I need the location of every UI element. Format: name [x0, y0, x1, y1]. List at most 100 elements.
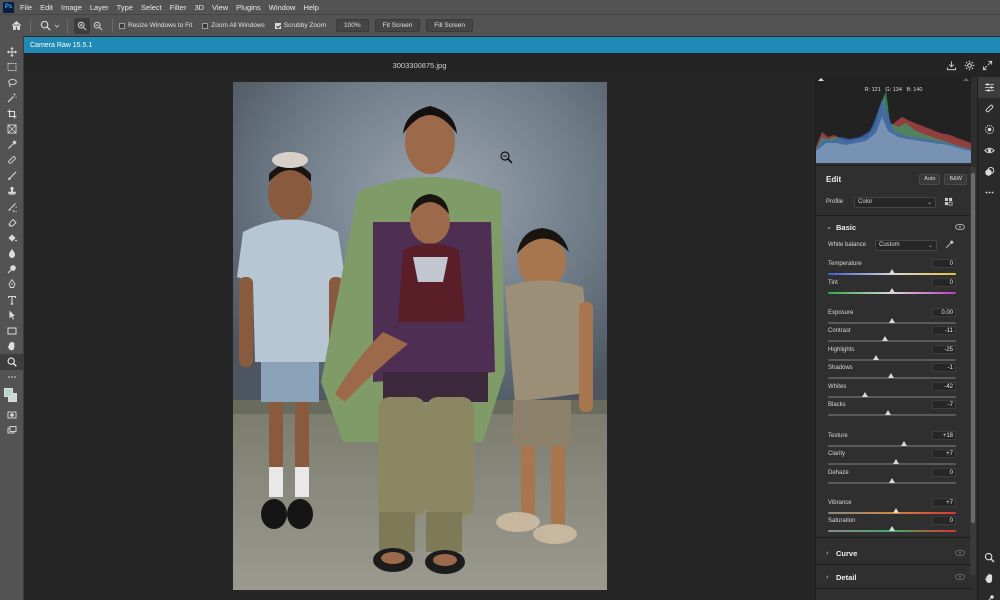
profile-browser-icon[interactable] [944, 197, 953, 208]
foreground-color-swatch[interactable] [4, 388, 13, 397]
curve-section-header[interactable]: › Curve [816, 543, 971, 563]
type-tool-icon[interactable] [0, 292, 24, 308]
brush-tool-icon[interactable] [0, 168, 24, 184]
tint-slider[interactable]: Tint 0 [828, 278, 956, 298]
tint-thumb[interactable] [889, 288, 895, 293]
texture-thumb[interactable] [900, 441, 907, 446]
temperature-slider[interactable]: Temperature 0 [828, 259, 956, 279]
whites-track[interactable] [828, 396, 956, 398]
spot-healing-tool-icon[interactable] [0, 153, 24, 169]
hand-icon[interactable] [978, 568, 1000, 589]
blacks-track[interactable] [828, 414, 956, 416]
panel-scrollbar[interactable] [970, 167, 976, 575]
eyedropper-tool-icon[interactable] [0, 137, 24, 153]
contrast-slider[interactable]: Contrast -11 [828, 326, 956, 346]
fill-screen-button[interactable]: Fill Screen [426, 19, 474, 32]
home-icon[interactable] [8, 18, 24, 34]
contrast-track[interactable] [828, 340, 956, 342]
healing-icon[interactable] [978, 98, 1000, 119]
masking-icon[interactable] [978, 119, 1000, 140]
sampler-icon[interactable] [978, 589, 1000, 600]
exposure-value-input[interactable]: 0.00 [932, 308, 956, 317]
more-tools-icon[interactable] [0, 370, 24, 386]
checkbox-box-checked[interactable] [274, 22, 281, 29]
texture-track[interactable] [828, 445, 956, 447]
saturation-thumb[interactable] [889, 526, 895, 531]
vibrance-value-input[interactable]: +7 [932, 498, 956, 507]
zoom-all-windows-checkbox[interactable]: Zoom All Windows [202, 22, 265, 29]
whites-thumb[interactable] [862, 392, 869, 397]
magic-wand-tool-icon[interactable] [0, 91, 24, 107]
saturation-value-input[interactable]: 0 [932, 516, 956, 525]
white-balance-eyedropper-icon[interactable] [945, 239, 954, 251]
presets-icon[interactable] [978, 161, 1000, 182]
crop-tool-icon[interactable] [0, 106, 24, 122]
eye-icon[interactable] [955, 550, 965, 556]
menu-plugins[interactable]: Plugins [236, 3, 261, 12]
checkbox-box[interactable] [119, 22, 125, 29]
clone-stamp-tool-icon[interactable] [0, 184, 24, 200]
menu-type[interactable]: Type [117, 3, 133, 12]
red-eye-icon[interactable] [978, 140, 1000, 161]
shadows-value-input[interactable]: -1 [932, 363, 956, 372]
clarity-value-input[interactable]: +7 [932, 449, 956, 458]
highlights-thumb[interactable] [873, 355, 879, 360]
zoom-in-icon[interactable] [74, 17, 90, 34]
rectangle-tool-icon[interactable] [0, 323, 24, 339]
zoom-100-button[interactable]: 100% [336, 19, 369, 32]
quick-mask-icon[interactable] [0, 407, 24, 423]
save-image-icon[interactable] [942, 57, 960, 73]
menu-window[interactable]: Window [269, 3, 296, 12]
more-options-icon[interactable] [978, 182, 1000, 203]
blacks-value-input[interactable]: -7 [932, 400, 956, 409]
eraser-tool-icon[interactable] [0, 215, 24, 231]
history-brush-tool-icon[interactable] [0, 199, 24, 215]
chevron-down-icon[interactable] [53, 18, 61, 34]
full-screen-icon[interactable] [978, 57, 996, 73]
blacks-slider[interactable]: Blacks -7 [828, 400, 956, 420]
clarity-track[interactable] [828, 463, 956, 465]
highlights-value-input[interactable]: -25 [932, 345, 956, 354]
marquee-tool-icon[interactable] [0, 60, 24, 76]
checkbox-box[interactable] [202, 22, 209, 29]
menu-select[interactable]: Select [141, 3, 162, 12]
image-canvas[interactable] [24, 77, 815, 600]
frame-tool-icon[interactable] [0, 122, 24, 138]
highlights-track[interactable] [828, 359, 956, 361]
eye-icon[interactable] [955, 574, 965, 580]
exposure-thumb[interactable] [889, 318, 895, 323]
detail-section-header[interactable]: › Detail [816, 567, 971, 587]
white-balance-select[interactable]: Custom ⌄ [875, 239, 937, 251]
screen-mode-icon[interactable] [0, 423, 24, 439]
zoom-out-icon[interactable] [90, 18, 106, 34]
zoom-tool-icon[interactable] [37, 18, 53, 34]
clarity-thumb[interactable] [893, 459, 900, 464]
dehaze-slider[interactable]: Dehaze 0 [828, 468, 956, 488]
tint-value-input[interactable]: 0 [932, 278, 956, 287]
zoom-icon[interactable] [978, 547, 1000, 568]
move-tool-icon[interactable] [0, 44, 24, 60]
zoom-tool-active-icon[interactable] [0, 354, 24, 370]
vibrance-thumb[interactable] [893, 508, 900, 513]
pen-tool-icon[interactable] [0, 277, 24, 293]
temperature-thumb[interactable] [889, 269, 895, 274]
blur-tool-icon[interactable] [0, 246, 24, 262]
path-selection-tool-icon[interactable] [0, 308, 24, 324]
menu-layer[interactable]: Layer [90, 3, 109, 12]
scrollbar-thumb[interactable] [971, 173, 975, 523]
texture-value-input[interactable]: +18 [932, 431, 956, 440]
eye-icon[interactable] [955, 224, 965, 230]
clarity-slider[interactable]: Clarity +7 [828, 449, 956, 469]
whites-value-input[interactable]: -42 [932, 382, 956, 391]
shadows-thumb[interactable] [888, 373, 895, 378]
menu-help[interactable]: Help [303, 3, 318, 12]
gear-icon[interactable] [960, 57, 978, 73]
dehaze-value-input[interactable]: 0 [932, 468, 956, 477]
saturation-slider[interactable]: Saturation 0 [828, 516, 956, 536]
shadows-slider[interactable]: Shadows -1 [828, 363, 956, 383]
edit-sliders-icon[interactable] [978, 77, 1000, 98]
lasso-tool-icon[interactable] [0, 75, 24, 91]
temperature-value-input[interactable]: 0 [932, 259, 956, 268]
contrast-value-input[interactable]: -11 [932, 326, 956, 335]
color-swatches[interactable] [0, 385, 24, 407]
